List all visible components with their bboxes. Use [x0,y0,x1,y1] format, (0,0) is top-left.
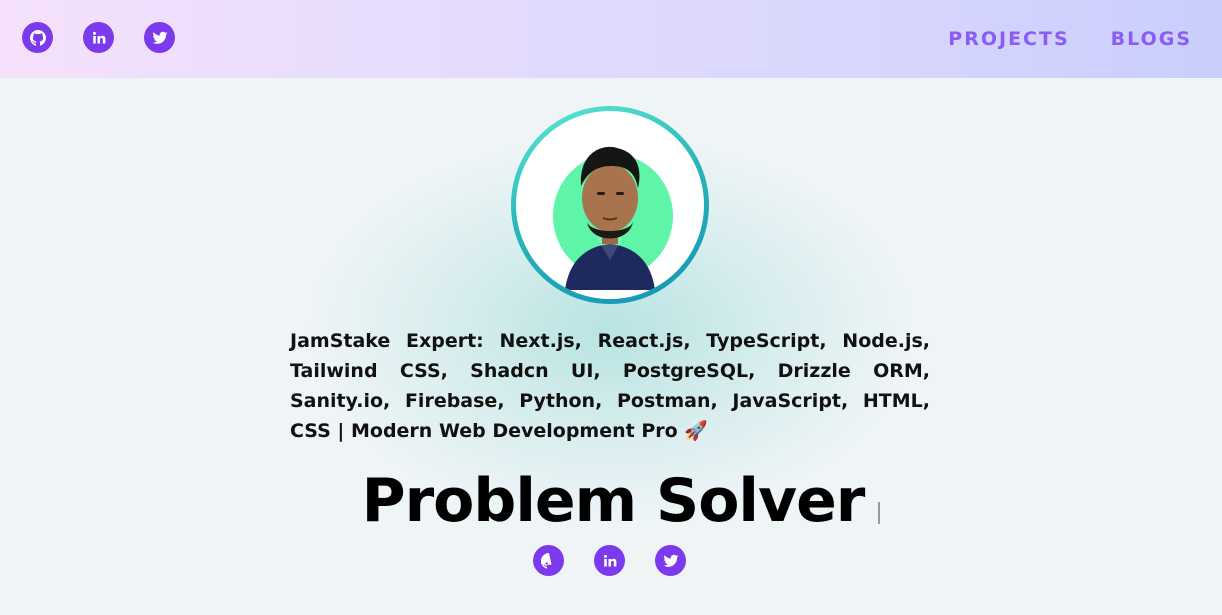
main-nav: PROJECTS BLOGS [948,26,1192,52]
rocket-icon: 🚀 [684,420,708,442]
github-icon[interactable] [533,545,564,576]
linkedin-icon[interactable] [594,545,625,576]
header-social-links [22,22,175,53]
hero-description: JamStake Expert: Next.js, React.js, Type… [290,326,930,446]
description-text: JamStake Expert: Next.js, React.js, Type… [290,330,930,442]
hero-social-links [533,545,686,576]
github-icon[interactable] [22,22,53,53]
twitter-icon[interactable] [655,545,686,576]
avatar-ring [511,106,709,304]
nav-blogs-link[interactable]: BLOGS [1111,26,1192,52]
typing-cursor [878,501,881,524]
nav-projects-link[interactable]: PROJECTS [948,26,1069,52]
avatar [516,111,704,299]
typed-title: Problem Solver [361,466,866,536]
typed-title-container: Problem Solver [0,466,1222,536]
linkedin-icon[interactable] [83,22,114,53]
twitter-icon[interactable] [144,22,175,53]
profile-photo [553,146,673,290]
portfolio-page: PROJECTS BLOGS JamStake Expert: Next.js,… [0,0,1222,615]
top-header: PROJECTS BLOGS [0,0,1222,78]
